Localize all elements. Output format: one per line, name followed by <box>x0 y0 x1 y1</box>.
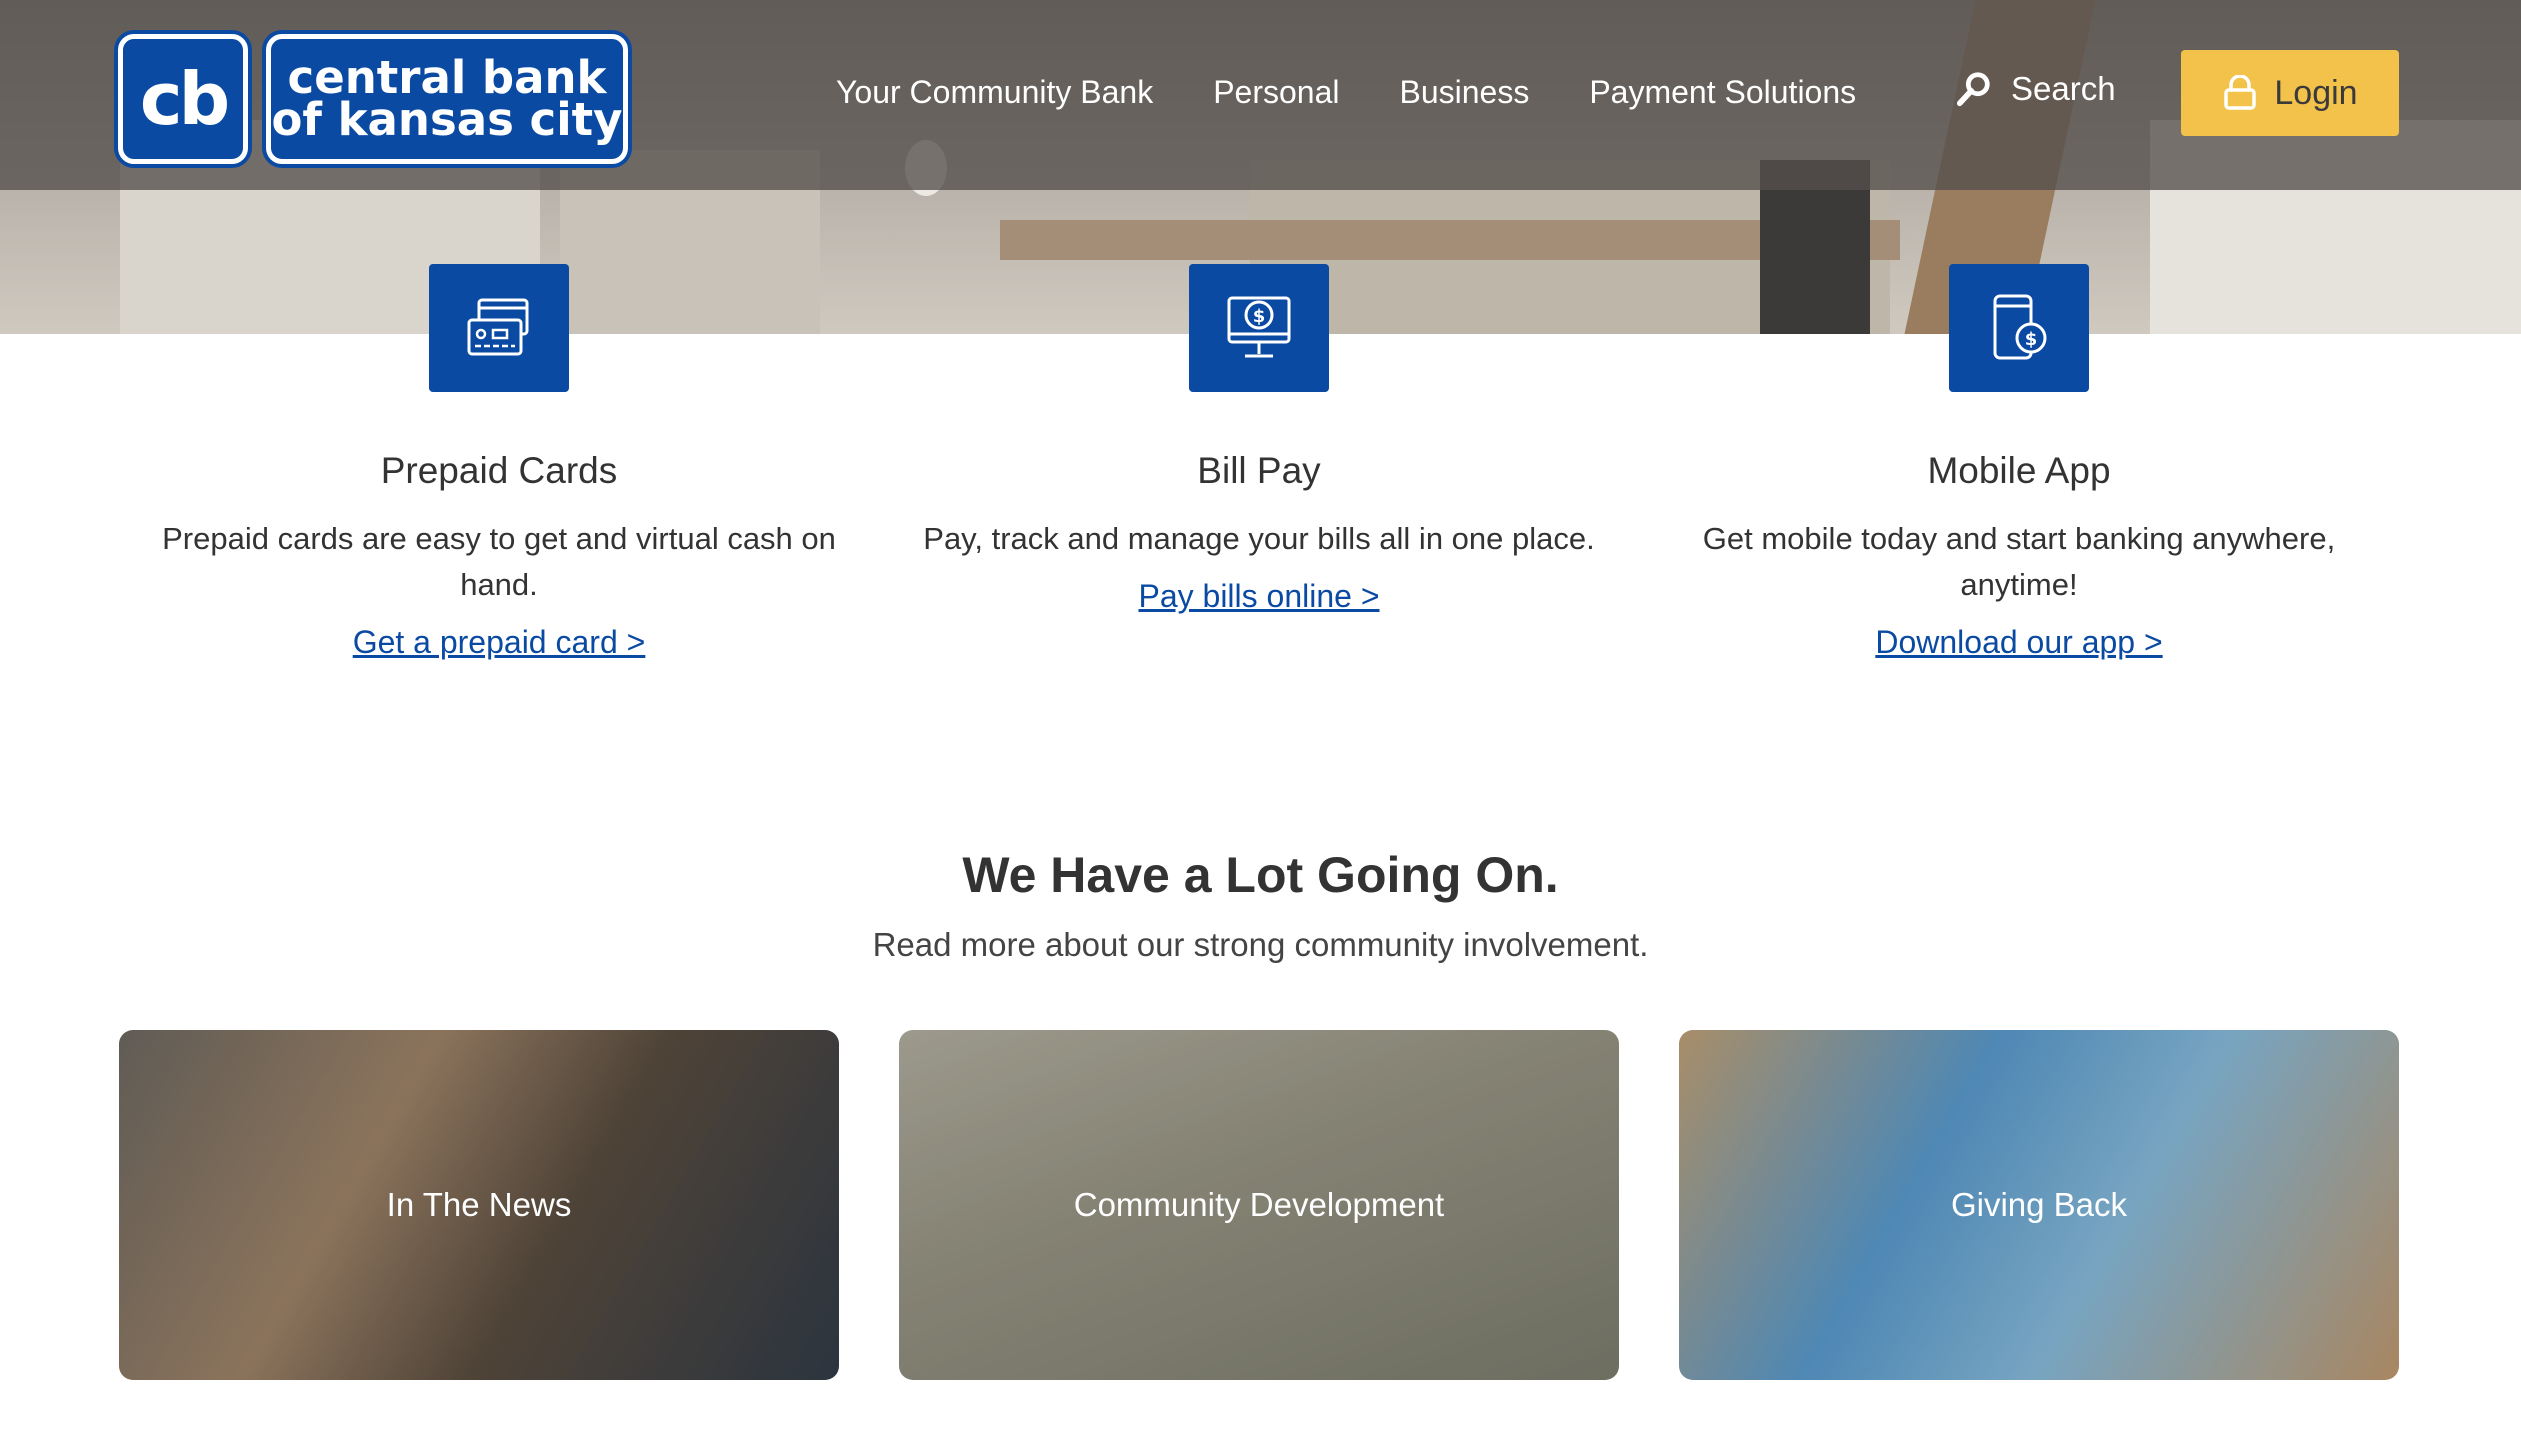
feature-bill-pay: $ Bill Pay Pay, track and manage your bi… <box>899 264 1619 615</box>
svg-text:$: $ <box>2025 329 2038 350</box>
feature-text: Get mobile today and start banking anywh… <box>1702 521 2336 602</box>
nav-your-community-bank[interactable]: Your Community Bank <box>836 74 1153 111</box>
login-button[interactable]: Login <box>2181 50 2399 136</box>
search-icon <box>1956 72 1990 107</box>
logo[interactable]: cb central bank of kansas city <box>118 34 628 164</box>
feature-icon-tile: $ <box>1189 264 1329 392</box>
feature-text: Pay, track and manage your bills all in … <box>923 521 1595 556</box>
feature-title: Mobile App <box>1927 450 2111 491</box>
feature-title: Prepaid Cards <box>380 450 618 491</box>
download-app-link[interactable]: Download our app > <box>1875 624 2162 661</box>
card-label: Giving Back <box>1950 1186 2128 1223</box>
mobile-dollar-icon: $ <box>1993 294 2047 360</box>
login-label: Login <box>2274 73 2358 112</box>
card-community-development[interactable]: Community Development <box>899 1030 1619 1380</box>
card-label: Community Development <box>1073 1186 1445 1223</box>
nav-business[interactable]: Business <box>1399 74 1529 111</box>
feature-mobile-app: $ Mobile App Get mobile today and start … <box>1659 264 2379 661</box>
card-giving-back[interactable]: Giving Back <box>1679 1030 2399 1380</box>
prepaid-card-icon <box>467 298 529 356</box>
feature-icon-tile: $ <box>1949 264 2089 392</box>
search-label: Search <box>2011 70 2116 107</box>
svg-text:$: $ <box>1253 306 1266 327</box>
feature-icon-tile <box>429 264 569 392</box>
section-title: We Have a Lot Going On. <box>962 847 1559 903</box>
main-nav: Your Community Bank Personal Business Pa… <box>836 74 1856 111</box>
feature-text: Prepaid cards are easy to get and virtua… <box>162 521 836 602</box>
search-button[interactable]: Search <box>1955 70 2116 108</box>
pay-bills-online-link[interactable]: Pay bills online > <box>1138 578 1379 615</box>
nav-personal[interactable]: Personal <box>1213 74 1339 111</box>
get-prepaid-card-link[interactable]: Get a prepaid card > <box>353 624 646 661</box>
card-label: In The News <box>386 1186 572 1223</box>
feature-prepaid-cards: Prepaid Cards Prepaid cards are easy to … <box>139 264 859 661</box>
lock-icon <box>2224 75 2257 110</box>
logo-wordmark: central bank of kansas city <box>266 34 628 164</box>
logo-mark: cb <box>118 34 248 164</box>
feature-title: Bill Pay <box>1197 450 1321 491</box>
bill-pay-monitor-icon: $ <box>1227 296 1291 358</box>
card-in-the-news[interactable]: In The News <box>119 1030 839 1380</box>
section-subtitle: Read more about our strong community inv… <box>872 926 1649 963</box>
nav-payment-solutions[interactable]: Payment Solutions <box>1589 74 1856 111</box>
